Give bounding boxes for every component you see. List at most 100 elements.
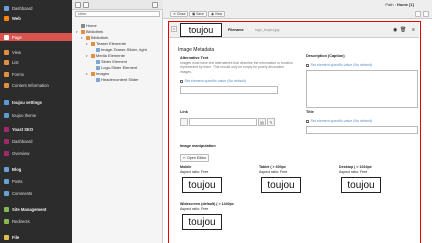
sidebar-item[interactable]: Yoast SEO bbox=[0, 125, 72, 133]
thumbnail-logo: toujou bbox=[180, 23, 222, 37]
save-label: Save bbox=[196, 12, 204, 16]
link-input[interactable] bbox=[189, 118, 257, 126]
module-menu: Dashboard Web Page View List Forms Content Inf… bbox=[0, 0, 72, 243]
expand-toggle-icon[interactable]: ▾ bbox=[86, 42, 89, 46]
alt-text-input[interactable] bbox=[180, 86, 278, 94]
close-button[interactable]: ✕ Close bbox=[170, 11, 189, 17]
view-button[interactable]: ◉ View bbox=[208, 11, 226, 17]
tree-node-label: Bibliothek bbox=[91, 35, 109, 40]
tree-node[interactable]: ▾ Media Elemente bbox=[86, 53, 125, 58]
expand-toggle-icon[interactable]: ▾ bbox=[76, 30, 79, 34]
path-value[interactable]: Home [1] bbox=[397, 2, 414, 7]
sidebar-item[interactable]: File bbox=[0, 233, 72, 241]
image-manipulation-label: Image manipulation bbox=[180, 144, 216, 148]
page-icon bbox=[95, 59, 100, 64]
module-icon bbox=[4, 34, 9, 40]
refresh-icon[interactable] bbox=[152, 2, 158, 8]
sidebar-item[interactable]: Site Management bbox=[0, 205, 72, 213]
alt-text-override-checkbox[interactable]: Set element specific value (No default) bbox=[180, 79, 246, 83]
help-icon[interactable] bbox=[423, 11, 429, 17]
tree-node[interactable]: Logo-Slider Element bbox=[91, 65, 137, 70]
sidebar-item-label: Page bbox=[12, 34, 22, 40]
tree-node[interactable]: ▾ Bibliothek bbox=[76, 29, 103, 34]
crop-preview-logo[interactable]: toujou bbox=[182, 177, 222, 193]
page-icon bbox=[90, 41, 95, 46]
title-input[interactable] bbox=[306, 126, 418, 134]
delete-icon[interactable]: 🗑 bbox=[400, 27, 406, 33]
breadcrumb: Path : Home [1] bbox=[385, 2, 414, 7]
sidebar-item[interactable]: Dashboard bbox=[0, 137, 72, 145]
filename-value: logo_toujou.jpg bbox=[255, 28, 280, 32]
sidebar-item[interactable]: Content Information bbox=[0, 81, 72, 89]
sidebar-item-label: Forms bbox=[12, 71, 24, 77]
sidebar-item-label: toujou theme bbox=[12, 112, 37, 118]
tree-node[interactable]: ▾ Teaser Elemente bbox=[86, 41, 126, 46]
module-icon bbox=[4, 59, 9, 65]
sidebar-item[interactable]: Overview bbox=[0, 149, 72, 157]
description-textarea[interactable] bbox=[306, 70, 418, 108]
open-editor-button[interactable]: ✂ Open Editor bbox=[180, 154, 210, 162]
description-label: Description (Caption) bbox=[306, 54, 345, 58]
sidebar-item[interactable]: toujou theme bbox=[0, 111, 72, 119]
sidebar-item[interactable]: Redirects bbox=[0, 217, 72, 225]
tree-node-label: Logo-Slider Element bbox=[101, 65, 138, 70]
page-icon bbox=[90, 53, 95, 58]
filter-icon[interactable] bbox=[83, 2, 89, 8]
checkbox-icon bbox=[180, 79, 183, 83]
checkbox-icon bbox=[306, 63, 309, 67]
sidebar-item[interactable]: toujou settings bbox=[0, 98, 72, 106]
module-icon bbox=[4, 5, 9, 11]
sidebar-item-label: Overview bbox=[12, 150, 30, 156]
visibility-icon[interactable]: ◉ bbox=[393, 27, 397, 33]
sidebar-item[interactable]: Web bbox=[0, 14, 72, 22]
tree-node[interactable]: Slider Element bbox=[91, 59, 127, 64]
tree-node[interactable]: Image-Teaser-Slider, right bbox=[91, 47, 147, 52]
link-label: Link bbox=[180, 110, 188, 114]
image-reference-panel: ≡ toujou Filename logo_toujou.jpg ◉ 🗑 ≡ … bbox=[168, 21, 421, 243]
view-label: View bbox=[214, 12, 223, 16]
sidebar-item[interactable]: Blog bbox=[0, 165, 72, 173]
filename-label: Filename bbox=[228, 28, 244, 32]
sidebar-item-label: Content Information bbox=[12, 82, 49, 88]
sidebar-item[interactable]: Posts bbox=[0, 177, 72, 185]
module-icon bbox=[4, 190, 9, 196]
sidebar-item-label: Dashboard bbox=[12, 138, 33, 144]
file-reference-header[interactable]: ≡ toujou Filename logo_toujou.jpg ◉ 🗑 ≡ bbox=[169, 22, 419, 38]
crop-variant-name: Widescreen (default) ( > 1440px bbox=[180, 202, 234, 206]
sidebar-item[interactable]: View bbox=[0, 48, 72, 56]
tree-node[interactable]: Home bbox=[76, 23, 97, 28]
alt-text-help: Images must have text alternatives that … bbox=[180, 61, 293, 74]
tree-node[interactable]: ▾ Images bbox=[86, 71, 109, 76]
sidebar-item-label: Yoast SEO bbox=[12, 126, 34, 132]
crop-preview-logo[interactable]: toujou bbox=[341, 177, 381, 193]
sidebar-item[interactable]: List bbox=[0, 58, 72, 66]
drag-handle-icon[interactable]: ≡ bbox=[171, 26, 177, 32]
menu-icon[interactable]: ≡ bbox=[412, 27, 415, 33]
sidebar-item[interactable]: Dashboard bbox=[0, 4, 72, 12]
module-icon bbox=[4, 126, 9, 132]
tree-node[interactable]: Headercontent Slider bbox=[91, 77, 139, 82]
description-override-checkbox[interactable]: Set element specific value (No default) bbox=[306, 63, 372, 67]
close-label: Close bbox=[176, 12, 186, 16]
sidebar-item[interactable]: Comments bbox=[0, 189, 72, 197]
tree-filter-input[interactable]: slider bbox=[75, 11, 160, 17]
link-browser-icon[interactable]: ▤ bbox=[258, 118, 266, 126]
sidebar-item-label: Posts bbox=[12, 178, 23, 184]
link-edit-icon[interactable]: ✎ bbox=[267, 118, 275, 126]
page-icon bbox=[80, 23, 85, 28]
sidebar-item[interactable]: Page bbox=[0, 33, 72, 41]
sidebar-item[interactable]: Forms bbox=[0, 70, 72, 78]
crop-preview-logo[interactable]: toujou bbox=[182, 214, 222, 230]
crop-preview-logo[interactable]: toujou bbox=[261, 177, 301, 193]
save-button[interactable]: ▣ Save bbox=[189, 11, 207, 17]
tree-node[interactable]: ▾ Bibliothek bbox=[81, 35, 108, 40]
open-new-window-icon[interactable] bbox=[415, 11, 421, 17]
tree-node-label: Teaser Elemente bbox=[96, 41, 127, 46]
alt-text-label: Alternative Text bbox=[180, 56, 209, 60]
expand-toggle-icon[interactable]: ▾ bbox=[86, 54, 89, 58]
expand-toggle-icon[interactable]: ▾ bbox=[81, 36, 84, 40]
title-override-checkbox[interactable]: Set element specific value (No default) bbox=[306, 119, 372, 123]
expand-toggle-icon[interactable]: ▾ bbox=[86, 72, 89, 76]
tree-node-label: Images bbox=[96, 71, 110, 76]
new-page-icon[interactable] bbox=[75, 2, 81, 8]
